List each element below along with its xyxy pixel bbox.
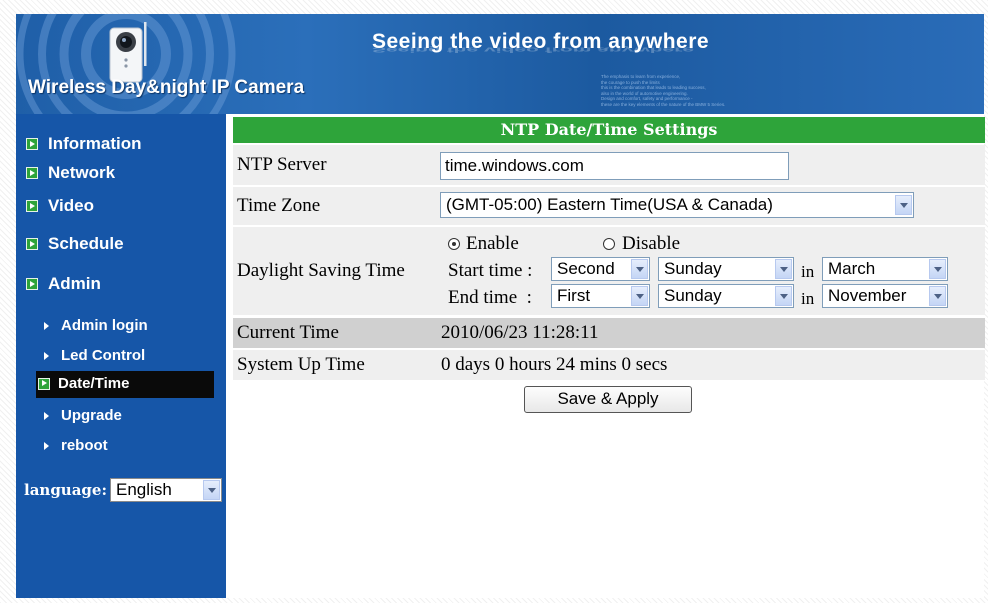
chevron-down-icon[interactable] (631, 286, 648, 306)
green-arrow-icon (26, 200, 38, 212)
end-week-value: First (557, 286, 591, 305)
end-day-value: Sunday (664, 286, 722, 305)
sidebar-item-label: Schedule (48, 234, 124, 253)
sidebar-item-label: Video (48, 196, 94, 215)
uptime-row: System Up Time 0 days 0 hours 24 mins 0 … (233, 350, 985, 380)
arrow-right-icon (44, 351, 49, 360)
section-title: NTP Date/Time Settings (233, 117, 985, 143)
sidebar-subitem-label: Upgrade (61, 407, 122, 424)
time-zone-label: Time Zone (237, 195, 321, 216)
chevron-down-icon[interactable] (775, 259, 792, 279)
start-day-select[interactable]: Sunday (658, 257, 794, 281)
end-week-select[interactable]: First (551, 284, 650, 308)
chevron-down-icon[interactable] (895, 195, 912, 215)
start-day-value: Sunday (664, 259, 722, 278)
dst-disable-radio[interactable] (603, 238, 615, 250)
dst-label: Daylight Saving Time (237, 260, 405, 281)
sidebar-item-label: Information (48, 134, 142, 153)
end-month-select[interactable]: November (822, 284, 948, 308)
language-label: language: (24, 481, 108, 499)
dst-enable-label: Enable (466, 233, 519, 254)
header-banner: Seeing the video from anywhere Seeing th… (16, 14, 984, 114)
language-row: language: English (24, 478, 223, 502)
start-week-select[interactable]: Second (551, 257, 650, 281)
end-in-label: in (801, 289, 815, 308)
green-arrow-icon (26, 167, 38, 179)
sidebar-subitem-admin-login[interactable]: Admin login (44, 317, 148, 334)
sidebar-subitem-label: Date/Time (58, 375, 130, 392)
chevron-down-icon[interactable] (631, 259, 648, 279)
current-time-value: 2010/06/23 11:28:11 (441, 322, 599, 343)
sidebar-item-admin[interactable]: Admin (26, 274, 101, 294)
language-select[interactable]: English (110, 478, 223, 502)
start-time-label: Start time : (448, 260, 533, 281)
green-arrow-icon (26, 278, 38, 290)
start-week-value: Second (557, 259, 615, 278)
start-month-value: March (828, 259, 876, 278)
current-time-label: Current Time (237, 322, 339, 343)
language-value: English (116, 480, 172, 499)
sidebar-item-schedule[interactable]: Schedule (26, 234, 124, 254)
ntp-server-label: NTP Server (237, 154, 327, 175)
sidebar-subitem-reboot[interactable]: reboot (44, 437, 108, 454)
current-time-row: Current Time 2010/06/23 11:28:11 (233, 318, 985, 348)
uptime-value: 0 days 0 hours 24 mins 0 secs (441, 354, 668, 375)
end-time-label: End time : (448, 287, 532, 308)
header-fine-print: The emphasis to learn from experience, t… (601, 74, 801, 107)
sidebar-subitem-label: reboot (61, 437, 108, 454)
sidebar: Information Network Video Schedule Admin… (16, 114, 226, 598)
uptime-label: System Up Time (237, 354, 365, 375)
arrow-right-icon (44, 321, 49, 330)
sidebar-subitem-label: Admin login (61, 317, 148, 334)
end-day-select[interactable]: Sunday (658, 284, 794, 308)
sidebar-subitem-led-control[interactable]: Led Control (44, 347, 145, 364)
chevron-down-icon[interactable] (775, 286, 792, 306)
sidebar-subitem-date-time[interactable]: Date/Time (38, 375, 129, 392)
dst-enable-radio[interactable] (448, 238, 460, 250)
sidebar-item-label: Admin (48, 274, 101, 293)
green-arrow-icon (38, 377, 50, 390)
start-month-select[interactable]: March (822, 257, 948, 281)
end-month-value: November (828, 286, 907, 305)
save-apply-button[interactable]: Save & Apply (524, 386, 692, 413)
sidebar-item-information[interactable]: Information (26, 134, 142, 154)
chevron-down-icon[interactable] (929, 259, 946, 279)
header-slogan-reflection: Seeing the video from anywhere (372, 45, 695, 54)
dst-disable-label: Disable (622, 233, 681, 254)
time-zone-value: (GMT-05:00) Eastern Time(USA & Canada) (446, 195, 773, 214)
sidebar-item-video[interactable]: Video (26, 196, 94, 216)
sidebar-item-network[interactable]: Network (26, 163, 115, 183)
chevron-down-icon[interactable] (929, 286, 946, 306)
arrow-right-icon (44, 441, 49, 450)
sidebar-item-label: Network (48, 163, 116, 182)
arrow-right-icon (44, 411, 49, 420)
chevron-down-icon[interactable] (203, 480, 221, 500)
time-zone-select[interactable]: (GMT-05:00) Eastern Time(USA & Canada) (440, 192, 914, 218)
green-arrow-icon (26, 138, 38, 150)
sidebar-subitem-upgrade[interactable]: Upgrade (44, 407, 122, 424)
sidebar-subitem-label: Led Control (61, 347, 146, 364)
green-arrow-icon (26, 238, 38, 250)
product-name: Wireless Day&night IP Camera (28, 77, 305, 98)
fine-print-line: these are the key elements of the nature… (601, 101, 726, 107)
ntp-server-input[interactable]: time.windows.com (440, 152, 789, 180)
start-in-label: in (801, 262, 815, 281)
